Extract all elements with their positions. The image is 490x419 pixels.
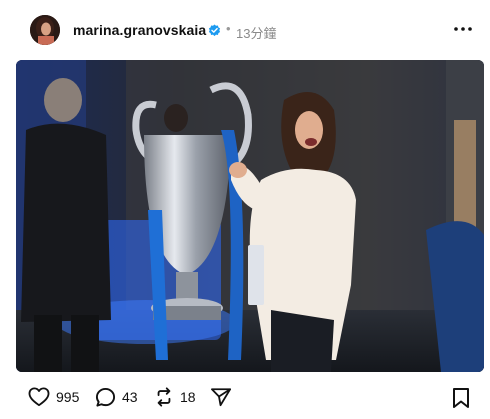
photo-scene [16, 60, 484, 372]
comment-bubble-icon [95, 387, 116, 407]
avatar[interactable] [30, 15, 60, 45]
bookmark-icon[interactable] [451, 387, 471, 409]
like-button[interactable]: 995 [28, 386, 79, 408]
verified-badge-icon [208, 24, 221, 37]
post-timestamp: 13分鐘 [236, 26, 277, 41]
post-photo[interactable] [16, 60, 484, 372]
repost-arrows-icon [157, 387, 171, 407]
username[interactable]: marina.granovskaia [73, 22, 206, 38]
post-header: marina.granovskaia • 13分鐘 [0, 0, 490, 60]
comment-button[interactable]: 43 [95, 386, 138, 408]
send-paper-plane-icon [211, 388, 231, 407]
repost-count: 18 [180, 389, 196, 405]
heart-icon [28, 387, 50, 407]
action-bar: 995 43 18 [0, 382, 490, 412]
separator-dot: • [226, 21, 231, 36]
avatar-image [30, 15, 60, 45]
repost-button[interactable]: 18 [154, 386, 196, 408]
comment-count: 43 [122, 389, 138, 405]
like-count: 995 [56, 389, 80, 405]
more-dots-icon[interactable] [453, 24, 473, 34]
share-button[interactable] [210, 386, 232, 408]
